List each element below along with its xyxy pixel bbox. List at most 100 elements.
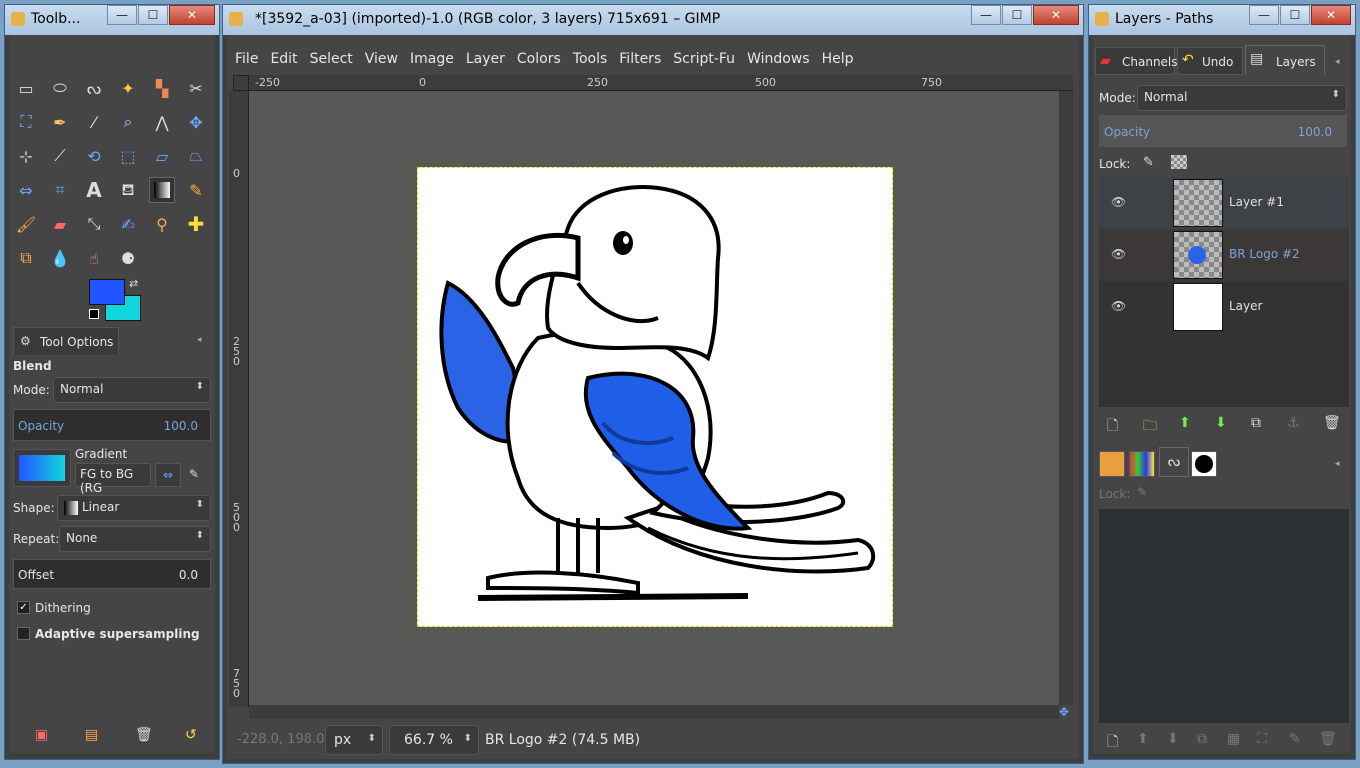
vertical-scrollbar[interactable] xyxy=(1059,91,1073,705)
menu-edit[interactable]: Edit xyxy=(264,47,303,67)
canvas-area[interactable] xyxy=(249,91,1059,705)
tab-patterns[interactable] xyxy=(1099,451,1125,477)
selection-to-path-icon[interactable]: ⛶ xyxy=(1257,731,1267,747)
paths-icon[interactable]: ✒ xyxy=(47,109,73,135)
crop-icon[interactable]: ⟋ xyxy=(47,143,73,169)
smudge-icon[interactable]: ☝ xyxy=(81,245,107,271)
stroke-path-icon[interactable]: ✎ xyxy=(1289,731,1301,747)
unit-select[interactable]: px ⬍ xyxy=(325,725,383,755)
close-button[interactable]: ✕ xyxy=(169,5,215,25)
perspective-clone-icon[interactable]: ⧉ xyxy=(13,245,39,271)
reset-options-icon[interactable]: ↺ xyxy=(185,727,197,743)
path-to-selection-icon[interactable]: ▦ xyxy=(1227,731,1240,747)
menu-select[interactable]: Select xyxy=(304,47,359,67)
layer-row[interactable]: 👁 BR Logo #2 xyxy=(1099,229,1349,281)
close-button[interactable]: ✕ xyxy=(1033,5,1079,25)
reverse-gradient-button[interactable]: ⇔ xyxy=(155,463,181,487)
scale-icon[interactable]: ⬚ xyxy=(115,143,141,169)
new-layer-group-icon[interactable]: 🗀 xyxy=(1143,415,1157,439)
lock-alpha-icon[interactable] xyxy=(1171,155,1187,169)
layer-name[interactable]: Layer #1 xyxy=(1229,195,1284,209)
menu-filters[interactable]: Filters xyxy=(613,47,667,67)
layers-titlebar[interactable]: Layers - Paths — ☐ ✕ xyxy=(1089,5,1355,35)
pencil-icon[interactable]: ✎ xyxy=(183,177,209,203)
horizontal-scrollbar[interactable] xyxy=(249,705,1059,719)
gradient-name-field[interactable]: FG to BG (RG xyxy=(75,463,151,495)
maximize-button[interactable]: ☐ xyxy=(1280,5,1310,25)
restore-options-icon[interactable]: ▤ xyxy=(85,727,98,743)
swap-colors-icon[interactable]: ⇄ xyxy=(129,277,138,290)
lock-pixels-icon[interactable]: ✎ xyxy=(1143,155,1154,170)
perspective-icon[interactable]: ⏢ xyxy=(183,143,209,169)
layer-list[interactable]: 👁 Layer #1 👁 BR Logo #2 👁 Layer xyxy=(1099,177,1349,407)
new-layer-icon[interactable]: 🗋 xyxy=(1107,415,1118,439)
align-icon[interactable]: ⊹ xyxy=(13,143,39,169)
menu-image[interactable]: Image xyxy=(404,47,460,67)
color-select-icon[interactable]: ▚ xyxy=(149,75,175,101)
menu-colors[interactable]: Colors xyxy=(511,47,567,67)
panel-menu-icon[interactable]: ◂ xyxy=(1335,57,1340,67)
tab-brushes[interactable] xyxy=(1191,451,1217,477)
layer-name[interactable]: BR Logo #2 xyxy=(1229,247,1300,261)
delete-path-icon[interactable]: 🗑 xyxy=(1319,731,1337,747)
repeat-select[interactable]: None ⬍ xyxy=(59,526,211,552)
layer-name[interactable]: Layer xyxy=(1229,299,1262,313)
ink-icon[interactable]: ✍ xyxy=(115,211,141,237)
dodge-burn-icon[interactable]: ⚈ xyxy=(115,245,141,271)
visibility-eye-icon[interactable]: 👁 xyxy=(1111,299,1126,313)
maximize-button[interactable]: ☐ xyxy=(138,5,168,25)
gradient-preview[interactable] xyxy=(13,449,71,487)
move-icon[interactable]: ✥ xyxy=(183,109,209,135)
paintbrush-icon[interactable]: 🖌 xyxy=(13,211,39,237)
vertical-ruler[interactable]: 0 250 500 750 xyxy=(229,91,249,707)
rect-select-icon[interactable]: ▭ xyxy=(13,75,39,101)
lower-path-icon[interactable]: ⬇ xyxy=(1167,731,1179,747)
menu-view[interactable]: View xyxy=(359,47,404,67)
layer-row[interactable]: 👁 Layer xyxy=(1099,281,1349,333)
image-canvas[interactable] xyxy=(417,167,893,627)
rotate-icon[interactable]: ⟲ xyxy=(81,143,107,169)
free-select-icon[interactable]: ᔓ xyxy=(81,75,107,101)
menu-windows[interactable]: Windows xyxy=(741,47,816,67)
dithering-checkbox[interactable]: ✓ xyxy=(17,601,30,614)
tab-undo[interactable]: ↶ Undo xyxy=(1177,47,1243,75)
minimize-button[interactable]: — xyxy=(971,5,1001,25)
layer-opacity-slider[interactable]: Opacity 100.0 xyxy=(1099,115,1347,147)
clone-icon[interactable]: ⚲ xyxy=(149,211,175,237)
delete-options-icon[interactable]: 🗑 xyxy=(135,727,153,743)
panel-menu-icon[interactable]: ◂ xyxy=(197,335,202,345)
color-picker-icon[interactable]: ⁄ xyxy=(81,109,107,135)
edit-gradient-icon[interactable]: ✎ xyxy=(189,467,199,481)
panel-menu-icon[interactable]: ◂ xyxy=(1335,459,1340,469)
zoom-select[interactable]: 66.7 % ⬍ xyxy=(389,725,479,755)
visibility-eye-icon[interactable]: 👁 xyxy=(1111,247,1126,261)
eraser-icon[interactable]: ▰ xyxy=(47,211,73,237)
fuzzy-select-icon[interactable]: ✦ xyxy=(115,75,141,101)
foreground-select-icon[interactable]: ⛶ xyxy=(13,109,39,135)
duplicate-path-icon[interactable]: ⧉ xyxy=(1197,731,1207,747)
toolbox-titlebar[interactable]: Toolb... — ☐ ✕ xyxy=(5,5,219,35)
maximize-button[interactable]: ☐ xyxy=(1002,5,1032,25)
menu-layer[interactable]: Layer xyxy=(460,47,511,67)
save-options-icon[interactable]: ▣ xyxy=(35,727,48,743)
menu-file[interactable]: File xyxy=(229,47,264,67)
default-colors-icon[interactable] xyxy=(89,309,99,319)
quick-mask-corner[interactable] xyxy=(233,75,249,91)
duplicate-layer-icon[interactable]: ⧉ xyxy=(1251,415,1261,431)
horizontal-ruler[interactable]: -250 0 250 500 750 xyxy=(249,75,1073,91)
measure-icon[interactable]: ⋀ xyxy=(149,109,175,135)
visibility-eye-icon[interactable]: 👁 xyxy=(1111,195,1126,209)
adaptive-checkbox[interactable] xyxy=(17,627,30,640)
airbrush-icon[interactable]: ⤡ xyxy=(81,211,107,237)
scissors-icon[interactable]: ✂ xyxy=(183,75,209,101)
blend-icon[interactable] xyxy=(149,177,175,203)
tab-palettes[interactable] xyxy=(1129,451,1155,477)
lower-layer-icon[interactable]: ⬇ xyxy=(1215,415,1227,431)
opacity-slider[interactable]: Opacity 100.0 xyxy=(13,409,211,441)
menu-script-fu[interactable]: Script-Fu xyxy=(667,47,741,67)
offset-slider[interactable]: Offset 0.0 xyxy=(13,559,211,589)
minimize-button[interactable]: — xyxy=(107,5,137,25)
menu-help[interactable]: Help xyxy=(816,47,860,67)
tab-layers[interactable]: ▤ Layers xyxy=(1245,45,1325,75)
raise-path-icon[interactable]: ⬆ xyxy=(1137,731,1149,747)
